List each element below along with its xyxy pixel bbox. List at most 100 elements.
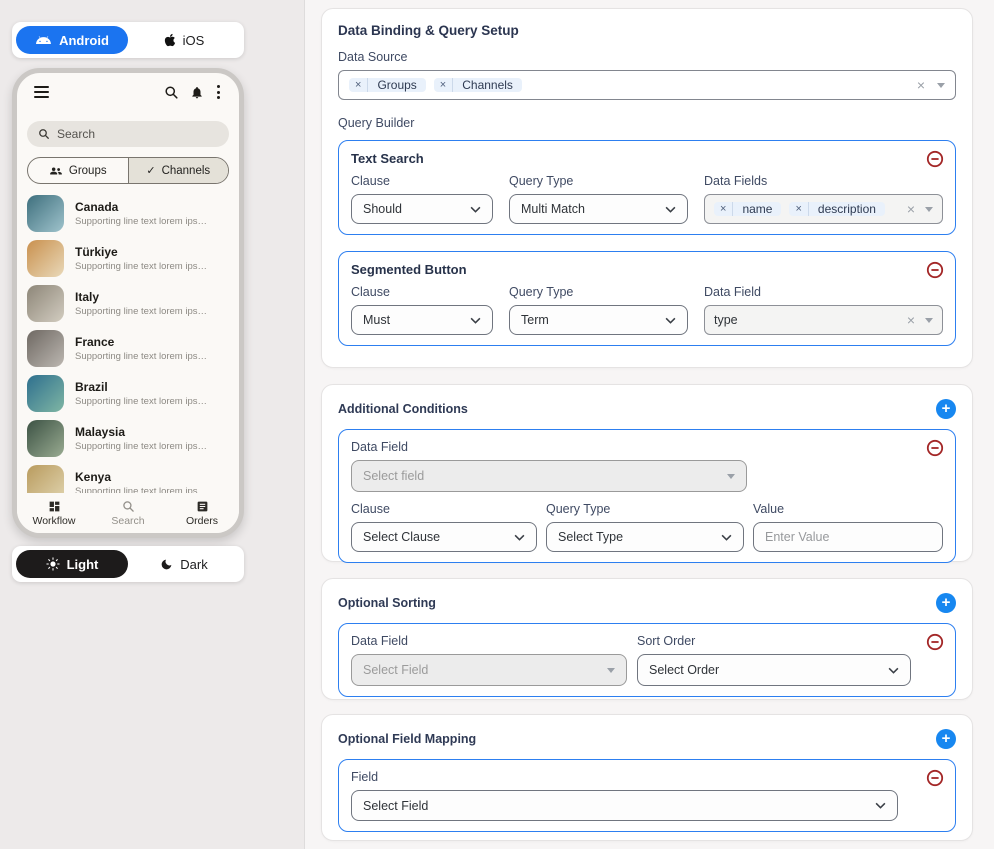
rule-title: Segmented Button xyxy=(351,262,943,277)
chip-channels: × Channels xyxy=(434,78,522,92)
clause-select[interactable]: Select Clause xyxy=(351,522,537,552)
list-item-subtitle: Supporting line text lorem ipsum dol... xyxy=(75,351,211,363)
check-icon: ✓ xyxy=(146,164,155,177)
clear-all-icon[interactable]: × xyxy=(917,78,925,92)
clear-icon[interactable]: × xyxy=(907,313,915,327)
dropdown-arrow-icon[interactable] xyxy=(937,83,945,88)
value-input[interactable] xyxy=(753,522,943,552)
chevron-down-icon xyxy=(665,206,676,213)
android-tab[interactable]: Android xyxy=(16,26,128,54)
groups-icon xyxy=(49,166,63,176)
android-tab-label: Android xyxy=(59,33,109,48)
mapping-field-select[interactable]: Select Field xyxy=(351,790,898,821)
list-item-title: Türkiye xyxy=(75,245,211,259)
remove-condition-button[interactable] xyxy=(926,439,944,457)
tab-channels-label: Channels xyxy=(162,165,211,177)
preview-panel: Android iOS xyxy=(0,0,304,849)
chevron-down-icon xyxy=(875,802,886,809)
value-label: Value xyxy=(753,502,943,516)
add-mapping-button[interactable]: + xyxy=(936,729,956,749)
data-source-multiselect[interactable]: × Groups × Channels × xyxy=(338,70,956,100)
query-type-select[interactable]: Term xyxy=(509,305,688,335)
list-item-title: Canada xyxy=(75,200,211,214)
list-item-subtitle: Supporting line text lorem ipsum dol... xyxy=(75,486,211,494)
phone-search-input[interactable] xyxy=(57,127,197,141)
list-item-title: France xyxy=(75,335,211,349)
remove-mapping-button[interactable] xyxy=(926,769,944,787)
data-field-select[interactable]: type × xyxy=(704,305,943,335)
sun-icon xyxy=(46,557,60,571)
remove-chip-icon[interactable]: × xyxy=(434,78,453,92)
remove-chip-icon[interactable]: × xyxy=(789,202,808,216)
data-source-label: Data Source xyxy=(338,50,956,64)
additional-conditions-card: Additional Conditions + Data Field Selec… xyxy=(321,384,973,562)
list-item-title: Italy xyxy=(75,290,211,304)
ios-tab[interactable]: iOS xyxy=(128,26,240,54)
remove-sort-button[interactable] xyxy=(926,633,944,651)
add-sort-button[interactable]: + xyxy=(936,593,956,613)
dark-theme-button[interactable]: Dark xyxy=(128,550,240,578)
sort-field-select[interactable]: Select Field xyxy=(351,654,627,686)
list-item-italy[interactable]: Italy Supporting line text lorem ipsum d… xyxy=(17,281,239,326)
segmented-button-rule-card: Segmented Button Clause Must Query Type … xyxy=(338,251,956,346)
phone-search-bar[interactable] xyxy=(27,121,229,147)
dropdown-arrow-icon[interactable] xyxy=(925,207,933,212)
query-type-placeholder: Select Type xyxy=(558,530,623,544)
chip-label: Channels xyxy=(453,78,522,92)
list-item-subtitle: Supporting line text lorem ipsum dol... xyxy=(75,396,211,408)
tab-channels[interactable]: ✓ Channels xyxy=(128,158,229,183)
clause-label: Clause xyxy=(351,502,537,516)
remove-chip-icon[interactable]: × xyxy=(714,202,733,216)
query-type-select[interactable]: Multi Match xyxy=(509,194,688,224)
list-item-brazil[interactable]: Brazil Supporting line text lorem ipsum … xyxy=(17,371,239,416)
remove-rule-button[interactable] xyxy=(926,261,944,279)
dark-theme-label: Dark xyxy=(180,557,207,572)
menu-icon[interactable] xyxy=(34,86,49,98)
workflow-icon xyxy=(48,500,61,513)
country-thumbnail xyxy=(27,465,64,493)
chevron-down-icon xyxy=(470,317,481,324)
query-builder-label: Query Builder xyxy=(338,116,956,130)
nav-label: Search xyxy=(111,515,144,527)
nav-item-search[interactable]: Search xyxy=(91,493,165,533)
tab-groups-label: Groups xyxy=(69,165,107,177)
clause-select[interactable]: Must xyxy=(351,305,493,335)
section-title: Optional Field Mapping xyxy=(338,732,476,746)
clause-placeholder: Select Clause xyxy=(363,530,440,544)
field-label: Field xyxy=(351,770,898,784)
country-thumbnail xyxy=(27,375,64,412)
data-field-label: Data Field xyxy=(351,440,747,454)
chip-name: × name xyxy=(714,202,781,216)
sort-order-select[interactable]: Select Order xyxy=(637,654,911,686)
ios-tab-label: iOS xyxy=(183,33,205,48)
clause-label: Clause xyxy=(351,174,493,188)
remove-chip-icon[interactable]: × xyxy=(349,78,368,92)
chip-label: Groups xyxy=(368,78,425,92)
nav-item-workflow[interactable]: Workflow xyxy=(17,493,91,533)
clause-select[interactable]: Should xyxy=(351,194,493,224)
list-item-kenya[interactable]: Kenya Supporting line text lorem ipsum d… xyxy=(17,461,239,493)
query-type-label: Query Type xyxy=(546,502,744,516)
clear-all-icon[interactable]: × xyxy=(907,202,915,216)
notifications-icon[interactable] xyxy=(190,85,204,100)
list-item-malaysia[interactable]: Malaysia Supporting line text lorem ipsu… xyxy=(17,416,239,461)
query-type-value: Multi Match xyxy=(521,202,585,216)
add-condition-button[interactable]: + xyxy=(936,399,956,419)
list-item-france[interactable]: France Supporting line text lorem ipsum … xyxy=(17,326,239,371)
light-theme-label: Light xyxy=(67,557,99,572)
section-title: Optional Sorting xyxy=(338,596,436,610)
query-type-label: Query Type xyxy=(509,285,688,299)
data-fields-multiselect[interactable]: × name × description × xyxy=(704,194,943,224)
tab-groups[interactable]: Groups xyxy=(28,158,128,183)
list-item-turkiye[interactable]: Türkiye Supporting line text lorem ipsum… xyxy=(17,236,239,281)
list-item-canada[interactable]: Canada Supporting line text lorem ipsum … xyxy=(17,191,239,236)
remove-rule-button[interactable] xyxy=(926,150,944,168)
light-theme-button[interactable]: Light xyxy=(16,550,128,578)
dropdown-arrow-icon[interactable] xyxy=(925,318,933,323)
more-options-icon[interactable] xyxy=(215,85,222,99)
search-icon[interactable] xyxy=(164,85,179,100)
query-type-select[interactable]: Select Type xyxy=(546,522,744,552)
data-field-select[interactable]: Select field xyxy=(351,460,747,492)
chevron-down-icon xyxy=(665,317,676,324)
nav-item-orders[interactable]: Orders xyxy=(165,493,239,533)
